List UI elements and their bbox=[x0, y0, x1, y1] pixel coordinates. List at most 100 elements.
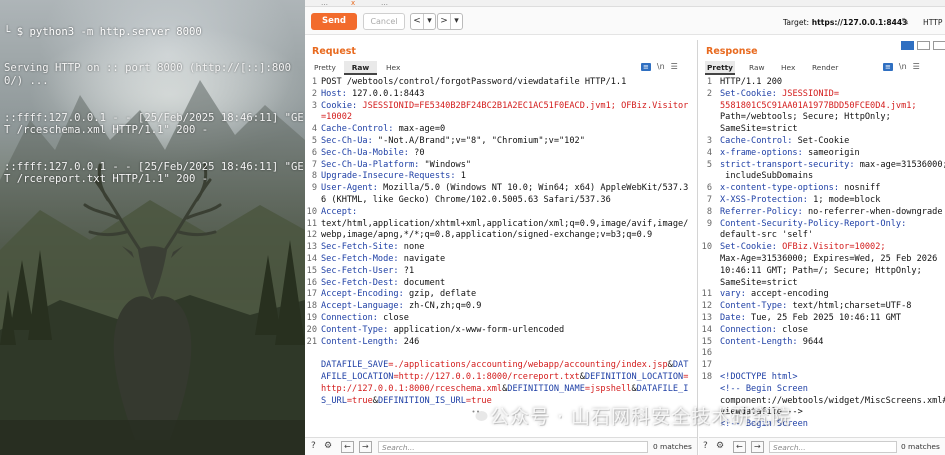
edit-target-pencil-icon[interactable]: ✎ bbox=[901, 17, 909, 28]
response-line: vary: accept-encoding bbox=[720, 289, 945, 301]
layout-toggle bbox=[898, 41, 945, 50]
request-line: Upgrade-Insecure-Requests: 1 bbox=[321, 171, 693, 183]
header-value: gzip, deflate bbox=[403, 289, 477, 300]
search-next-icon[interactable]: → bbox=[751, 441, 764, 453]
response-text-part: close bbox=[776, 324, 808, 335]
history-forward-button[interactable]: > bbox=[438, 14, 450, 29]
request-search-input[interactable]: Search... bbox=[378, 441, 648, 453]
help-icon[interactable]: ? bbox=[311, 441, 316, 451]
response-line: Referrer-Policy: no-referrer-when-downgr… bbox=[720, 207, 945, 219]
settings-gear-icon[interactable]: ⚙ bbox=[716, 441, 724, 451]
line-number: 5 bbox=[706, 159, 712, 170]
response-text-part: Connection: bbox=[720, 324, 777, 335]
tab-pretty[interactable]: Pretty bbox=[314, 61, 336, 75]
header-name: Host: bbox=[321, 88, 347, 99]
top-tab[interactable]: … bbox=[381, 0, 388, 7]
newline-toggle-icon[interactable]: \n bbox=[899, 62, 907, 71]
search-next-icon[interactable]: → bbox=[359, 441, 372, 453]
tab-hex[interactable]: Hex bbox=[386, 61, 400, 75]
line-number: 3 bbox=[706, 135, 712, 146]
layout-horizontal-icon[interactable] bbox=[901, 41, 914, 50]
settings-gear-icon[interactable]: ⚙ bbox=[324, 441, 332, 451]
newline-toggle-icon[interactable]: \n bbox=[657, 62, 665, 71]
response-search-bar: ? ⚙ ← → Search... 0 matches bbox=[699, 437, 945, 455]
line-number: 2 bbox=[311, 88, 317, 99]
request-body-line: DATAFILE_SAVE=./applications/accounting/… bbox=[321, 360, 693, 407]
header-name: Upgrade-Insecure-Requests: bbox=[321, 171, 456, 182]
search-prev-icon[interactable]: ← bbox=[341, 441, 354, 453]
header-value: 1 bbox=[455, 171, 466, 182]
line-number: 12 bbox=[306, 230, 317, 241]
header-value: close bbox=[377, 312, 409, 323]
response-search-input[interactable]: Search... bbox=[769, 441, 897, 453]
line-number: 15 bbox=[306, 265, 317, 276]
history-back-button[interactable]: < bbox=[411, 14, 423, 29]
line-number: 18 bbox=[306, 301, 317, 312]
response-text-part: HTTP/1.1 200 bbox=[720, 77, 783, 87]
request-line: User-Agent: Mozilla/5.0 (Windows NT 10.0… bbox=[321, 183, 693, 207]
history-forward-dropdown[interactable]: ▾ bbox=[450, 14, 462, 29]
response-line bbox=[720, 348, 945, 360]
top-tab-close[interactable]: x bbox=[351, 0, 355, 7]
menu-icon[interactable]: ☰ bbox=[671, 62, 678, 71]
line-number: 13 bbox=[306, 242, 317, 253]
response-text-part: max-age=31536000; bbox=[854, 159, 945, 170]
response-text-part: X-XSS-Protection: bbox=[720, 194, 808, 205]
header-name: Sec-Fetch-User: bbox=[321, 265, 399, 276]
response-line: SameSite=strict bbox=[720, 278, 945, 290]
response-line: includeSubDomains bbox=[720, 171, 945, 183]
terminal-window[interactable]: └ $ python3 -m http.server 8000 Serving … bbox=[0, 0, 305, 455]
line-number bbox=[305, 195, 317, 207]
line-number: 8 bbox=[706, 206, 712, 217]
line-number bbox=[699, 124, 712, 136]
request-line: Sec-Fetch-User: ?1 bbox=[321, 266, 693, 278]
line-number bbox=[305, 360, 317, 372]
menu-icon[interactable]: ☰ bbox=[913, 62, 920, 71]
response-text-part: Referrer-Policy: bbox=[720, 206, 803, 217]
line-number bbox=[699, 171, 712, 183]
line-number: 17 bbox=[701, 360, 712, 371]
request-pane: Request Pretty Raw Hex ≡ \n ☰ 1 2 3 4 5 6 7 8 9 10 1… bbox=[305, 40, 698, 455]
wrap-lines-icon[interactable]: ≡ bbox=[641, 63, 651, 71]
response-line: Content-Type: text/html;charset=UTF-8 bbox=[720, 301, 945, 313]
layout-tabbed-icon[interactable] bbox=[933, 41, 945, 50]
search-prev-icon[interactable]: ← bbox=[733, 441, 746, 453]
layout-vertical-icon[interactable] bbox=[917, 41, 930, 50]
line-number: 9 bbox=[706, 218, 712, 229]
wrap-lines-icon[interactable]: ≡ bbox=[883, 63, 893, 71]
request-line: Sec-Ch-Ua-Platform: "Windows" bbox=[321, 160, 693, 172]
cancel-button[interactable]: Cancel bbox=[363, 13, 405, 30]
tab-hex[interactable]: Hex bbox=[781, 61, 795, 75]
header-name: Accept-Encoding: bbox=[321, 289, 404, 300]
line-number: 18 bbox=[701, 371, 712, 382]
body-param-part: DATAFILE_SAVE bbox=[321, 360, 389, 371]
tab-raw[interactable]: Raw bbox=[344, 61, 377, 75]
help-icon[interactable]: ? bbox=[703, 441, 708, 451]
top-tab[interactable]: … bbox=[321, 0, 328, 7]
response-line: Content-Security-Policy-Report-Only: bbox=[720, 219, 945, 231]
history-back-dropdown[interactable]: ▾ bbox=[423, 14, 435, 29]
response-line: Set-Cookie: OFBiz.Visitor=10002; bbox=[720, 242, 945, 254]
response-text-part: sameorigin bbox=[802, 147, 860, 158]
line-number: 7 bbox=[311, 159, 317, 170]
header-name: Accept: bbox=[321, 206, 358, 217]
response-line: default-src 'self' bbox=[720, 230, 945, 242]
tab-raw[interactable]: Raw bbox=[749, 61, 765, 75]
header-value: ?0 bbox=[408, 147, 425, 158]
header-value: POST /webtools/control/forgotPassword/vi… bbox=[321, 77, 627, 87]
tab-render[interactable]: Render bbox=[812, 61, 838, 75]
response-line: x-frame-options: sameorigin bbox=[720, 148, 945, 160]
send-button[interactable]: Send bbox=[311, 13, 357, 30]
terminal-command: python3 -m http.server 8000 bbox=[29, 25, 202, 38]
http-version-label[interactable]: HTTP bbox=[923, 18, 942, 27]
target-label[interactable]: Target: https://127.0.0.1:8443 bbox=[783, 18, 907, 27]
header-name: Sec-Fetch-Dest: bbox=[321, 277, 399, 288]
tab-pretty[interactable]: Pretty bbox=[705, 61, 735, 75]
response-text-part: 5581801C5C91AA01A1977BDD50FCE0D4.jvm1; bbox=[720, 100, 917, 111]
history-back-group: < ▾ bbox=[410, 13, 436, 30]
response-text-part: accept-encoding bbox=[745, 289, 829, 300]
line-number: 21 bbox=[306, 336, 317, 347]
header-value: none bbox=[398, 242, 425, 253]
repeater-toolbar: Send Cancel < ▾ > ▾ Target: https://127.… bbox=[305, 7, 945, 35]
terminal-line: ::ffff:127.0.0.1 - - [25/Feb/2025 18:46:… bbox=[4, 160, 304, 186]
